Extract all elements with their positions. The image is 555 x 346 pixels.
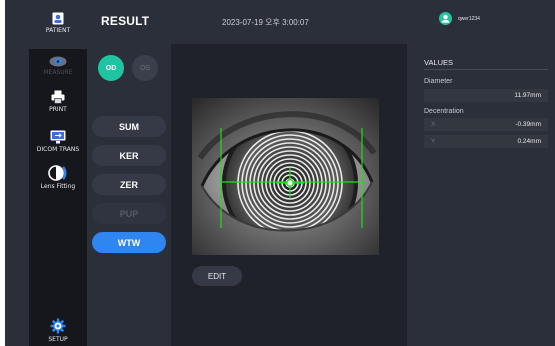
sum-button[interactable]: SUM <box>92 116 166 137</box>
page-title: RESULT <box>101 14 150 28</box>
sidebar-item-label: DICOM TRANS <box>36 146 80 153</box>
mode-panel: OD OS SUM KER ZER PUP WTW <box>87 44 171 346</box>
pup-button[interactable]: PUP <box>92 203 166 224</box>
patient-icon <box>52 12 64 25</box>
username: qwer1234 <box>458 15 480 22</box>
sidebar-item-setup[interactable]: SETUP <box>29 318 87 343</box>
y-value: 0.24mm <box>517 138 541 145</box>
printer-icon <box>51 90 65 104</box>
sidebar-item-label: Lens Fitting <box>40 183 76 190</box>
zer-button[interactable]: ZER <box>92 174 166 195</box>
sidebar-item-label: SETUP <box>48 336 68 343</box>
sidebar-item-measure[interactable]: MEASURE <box>29 52 87 76</box>
os-eye-button[interactable]: OS <box>132 55 158 81</box>
user-avatar-icon <box>439 12 452 25</box>
diameter-label: Diameter <box>424 78 453 85</box>
values-title: VALUES <box>424 58 454 67</box>
od-eye-button[interactable]: OD <box>98 55 124 81</box>
divider <box>424 69 548 70</box>
ker-button[interactable]: KER <box>92 145 166 166</box>
gear-icon <box>50 318 66 334</box>
values-panel: VALUES Diameter 11.97mm Decentration X -… <box>407 44 555 346</box>
lens-icon <box>48 165 67 181</box>
image-panel: EDIT <box>171 44 407 346</box>
x-value: -0.39mm <box>515 121 541 128</box>
app-window: PATIENT MEASURE PRINT DICOM TRANS Lens F… <box>5 0 555 346</box>
monitor-transfer-icon <box>50 130 66 144</box>
x-label: X <box>431 121 436 128</box>
sidebar-item-label: PRINT <box>49 106 67 113</box>
diameter-value: 11.97mm <box>514 92 541 99</box>
sidebar: PATIENT MEASURE PRINT DICOM TRANS Lens F… <box>29 0 87 346</box>
header-bar: RESULT 2023-07-19 오후 3:00:07 qwer1234 <box>87 0 555 44</box>
sidebar-item-dicom-trans[interactable]: DICOM TRANS <box>29 130 87 153</box>
diameter-row: 11.97mm <box>424 89 548 102</box>
sidebar-item-label: PATIENT <box>45 27 71 34</box>
sidebar-item-label: MEASURE <box>43 69 73 76</box>
sidebar-item-lens-fitting[interactable]: Lens Fitting <box>29 165 87 190</box>
decentration-label: Decentration <box>424 108 464 115</box>
sidebar-item-patient[interactable]: PATIENT <box>29 0 87 49</box>
wtw-button[interactable]: WTW <box>92 232 166 253</box>
user-account[interactable]: qwer1234 <box>439 12 480 25</box>
sidebar-item-print[interactable]: PRINT <box>29 90 87 113</box>
decentration-x-row: X -0.39mm <box>424 118 548 131</box>
eye-image[interactable] <box>192 98 379 255</box>
edit-button[interactable]: EDIT <box>192 266 242 286</box>
datetime-label: 2023-07-19 오후 3:00:07 <box>222 18 309 27</box>
eye-icon <box>49 56 67 67</box>
y-label: Y <box>431 138 436 145</box>
decentration-y-row: Y 0.24mm <box>424 135 548 148</box>
